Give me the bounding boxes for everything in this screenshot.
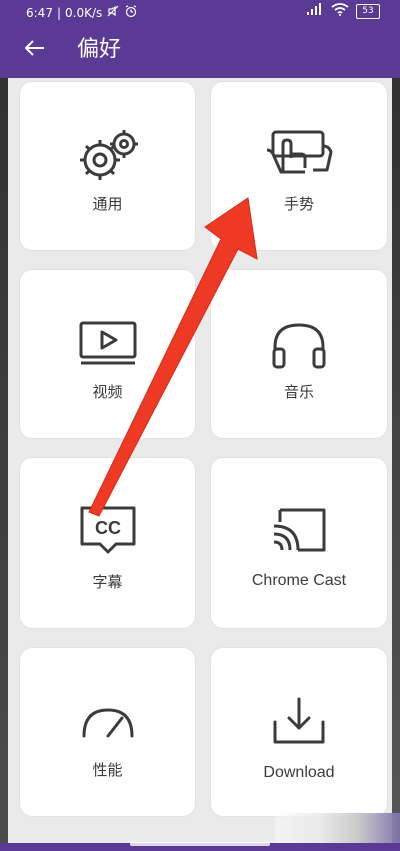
cast-icon — [268, 504, 330, 560]
alarm-icon — [124, 4, 138, 21]
gesture-icon — [261, 124, 337, 186]
chrome-cast-label: Chrome Cast — [251, 572, 347, 589]
back-button[interactable] — [20, 36, 50, 64]
download-label: Download — [263, 764, 335, 781]
status-bar: 6:47 | 0.0K/s 53 — [0, 0, 400, 22]
status-time: 6:47 — [26, 5, 53, 20]
wifi-icon — [331, 3, 349, 19]
page-title: 偏好 — [77, 37, 122, 62]
app-window: 6:47 | 0.0K/s 53 偏好 通用 手势 视频 音乐 CC 字幕 Ch… — [0, 0, 400, 851]
music-label: 音乐 — [283, 383, 314, 401]
preferences-grid: 通用 手势 视频 音乐 CC 字幕 Chrome Cast 性能 Downloa… — [8, 78, 392, 843]
status-left: 6:47 | 0.0K/s — [26, 4, 138, 21]
signal-icon — [306, 3, 324, 19]
gesture-label: 手势 — [283, 195, 314, 213]
general-label: 通用 — [92, 195, 123, 213]
performance-label: 性能 — [92, 761, 123, 779]
battery-indicator: 53 — [356, 3, 380, 19]
music-card[interactable]: 音乐 — [211, 270, 387, 438]
subtitles-icon: CC — [76, 504, 140, 562]
gesture-card[interactable]: 手势 — [211, 82, 387, 250]
status-right: 53 — [306, 3, 380, 19]
video-card[interactable]: 视频 — [20, 270, 195, 438]
download-icon — [269, 694, 329, 752]
network-speed: 0.0K/s — [65, 5, 103, 20]
video-icon — [78, 320, 138, 370]
video-label: 视频 — [92, 383, 123, 401]
home-indicator — [130, 842, 270, 846]
gauge-icon — [78, 700, 138, 746]
system-nav-overlay — [275, 813, 400, 843]
subtitles-card[interactable]: CC 字幕 — [20, 458, 195, 628]
mute-icon — [106, 4, 120, 21]
chrome-cast-card[interactable]: Chrome Cast — [211, 458, 387, 628]
app-toolbar: 偏好 — [0, 22, 400, 78]
right-edge — [392, 0, 400, 851]
status-separator: | — [56, 5, 61, 20]
performance-card[interactable]: 性能 — [20, 648, 195, 816]
download-card[interactable]: Download — [211, 648, 387, 816]
left-edge — [0, 0, 8, 851]
gears-icon — [72, 126, 144, 186]
headphones-icon — [268, 319, 330, 375]
subtitles-label: 字幕 — [92, 573, 123, 591]
subtitles-badge: CC — [95, 518, 121, 538]
general-card[interactable]: 通用 — [20, 82, 195, 250]
back-arrow-icon — [24, 39, 46, 61]
